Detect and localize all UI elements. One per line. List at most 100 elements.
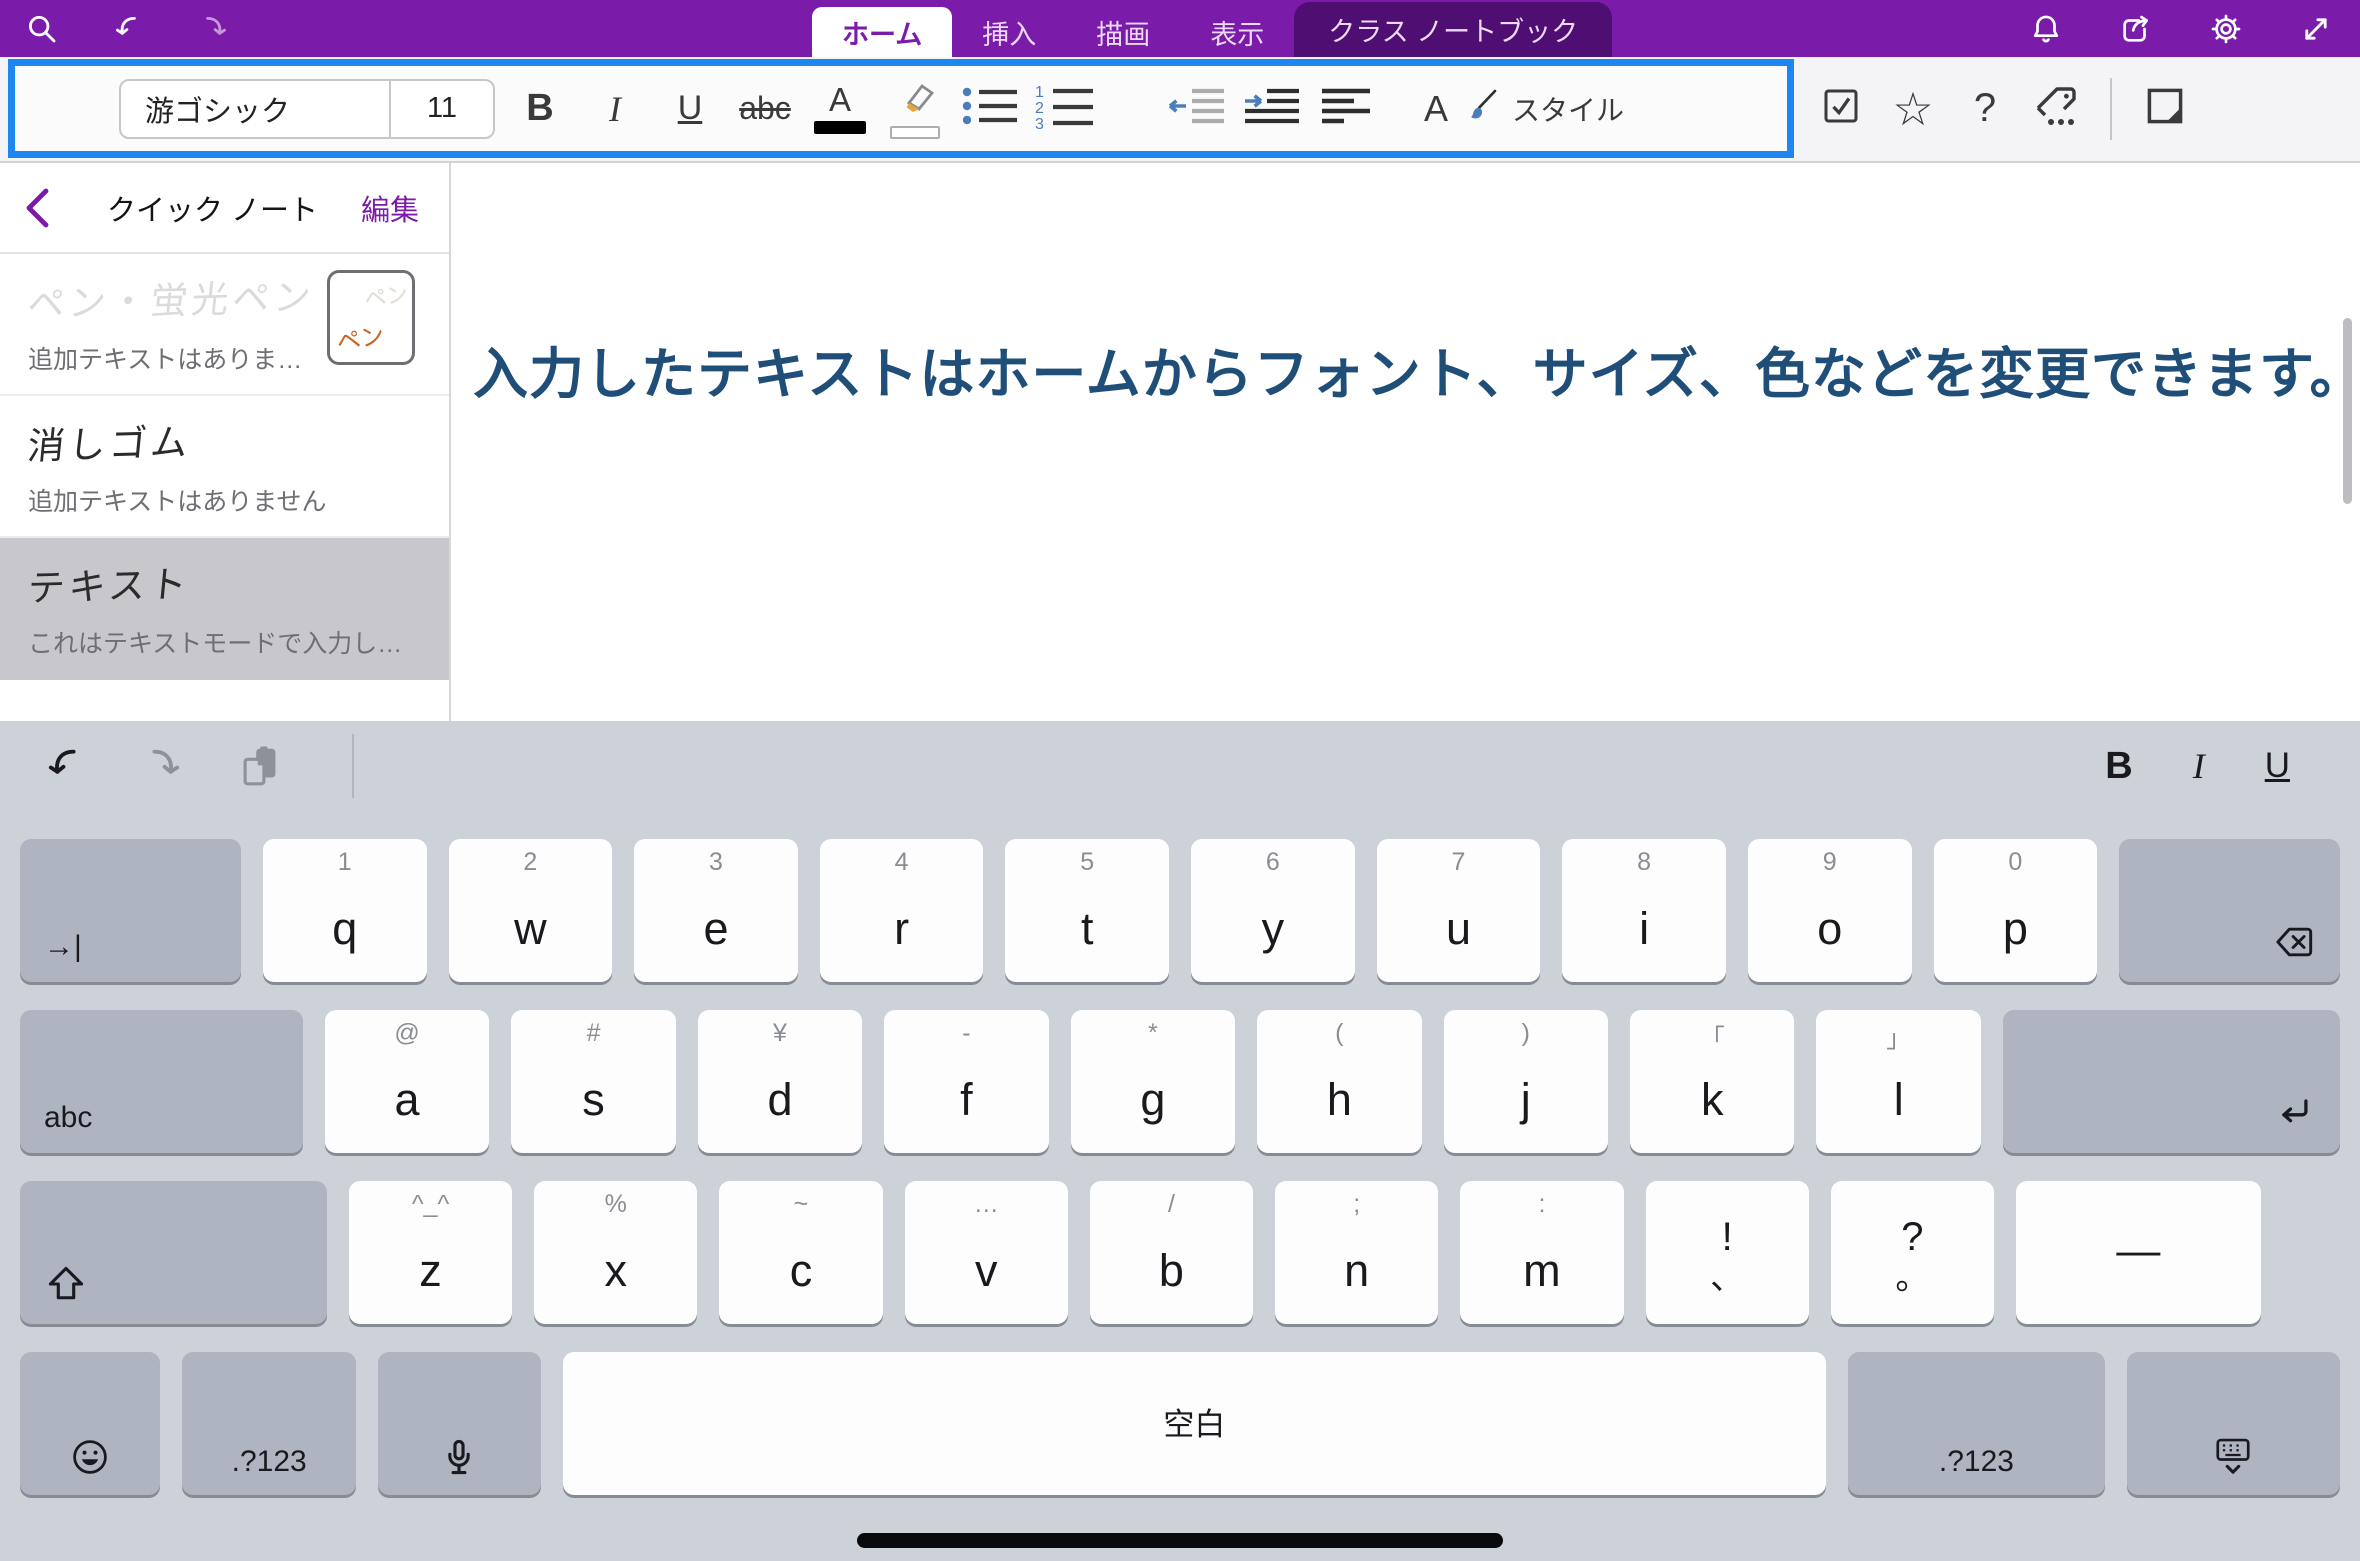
highlight-color-swatch — [890, 126, 940, 139]
key-e[interactable]: 3e — [634, 839, 798, 982]
key-abc[interactable]: abc — [20, 1010, 303, 1153]
key-s[interactable]: #s — [511, 1010, 675, 1153]
key-dash[interactable]: — — [2016, 1181, 2261, 1324]
kb-italic-button[interactable]: I — [2193, 745, 2205, 787]
share-icon[interactable] — [2116, 9, 2156, 49]
key-u[interactable]: 7u — [1377, 839, 1541, 982]
key-f[interactable]: -f — [884, 1010, 1048, 1153]
sidebar-item-note-text[interactable]: テキストこれはテキストモードで入力し… — [0, 538, 449, 680]
key-mic[interactable] — [378, 1352, 540, 1495]
svg-text:1: 1 — [1035, 84, 1044, 101]
key-o[interactable]: 9o — [1748, 839, 1912, 982]
undo-icon[interactable] — [108, 9, 148, 49]
kb-paste-icon[interactable] — [238, 743, 284, 789]
italic-button[interactable]: I — [584, 68, 646, 150]
key-t[interactable]: 5t — [1005, 839, 1169, 982]
kb-undo-icon[interactable] — [42, 743, 88, 789]
search-icon[interactable] — [22, 9, 62, 49]
bold-button[interactable]: B — [509, 68, 571, 150]
key-shift[interactable] — [20, 1181, 327, 1324]
key-space[interactable]: 空白 — [563, 1352, 1827, 1495]
page-note-button[interactable] — [2136, 68, 2194, 150]
key-p[interactable]: 0p — [1934, 839, 2098, 982]
key-z[interactable]: ^_^z — [349, 1181, 512, 1324]
key-y[interactable]: 6y — [1191, 839, 1355, 982]
font-name-select[interactable]: 游ゴシック — [121, 81, 389, 137]
key-return[interactable] — [2003, 1010, 2340, 1153]
alignment-button[interactable] — [1315, 68, 1377, 150]
key-numbers-right[interactable]: .?123 — [1848, 1352, 2104, 1495]
outdent-button[interactable] — [1165, 68, 1227, 150]
back-chevron-icon[interactable] — [24, 186, 64, 230]
notifications-bell-icon[interactable] — [2026, 9, 2066, 49]
strikethrough-button[interactable]: abc — [734, 68, 796, 150]
important-star-button[interactable]: ☆ — [1884, 68, 1942, 150]
key-question-period[interactable]: ?。 — [1831, 1181, 1994, 1324]
page-thumbnail: ペンペン — [327, 270, 415, 365]
keyboard-toolbar-divider — [352, 734, 354, 798]
custom-tag-button[interactable] — [2028, 68, 2086, 150]
redo-icon[interactable] — [194, 9, 234, 49]
tab-class-notebook[interactable]: クラス ノートブック — [1294, 2, 1612, 57]
edit-button[interactable]: 編集 — [361, 187, 425, 229]
page-subtitle: これはテキストモードで入力し… — [28, 624, 421, 660]
topbar-right-actions — [2026, 0, 2336, 57]
styles-brush-icon — [1460, 86, 1500, 131]
font-size-select[interactable]: 11 — [389, 81, 493, 137]
key-w[interactable]: 2w — [449, 839, 613, 982]
kb-bold-button[interactable]: B — [2105, 745, 2132, 788]
key-i[interactable]: 8i — [1562, 839, 1726, 982]
key-m[interactable]: :m — [1460, 1181, 1623, 1324]
sidebar-item-note-eraser[interactable]: 消しゴム追加テキストはありません — [0, 396, 449, 538]
key-a[interactable]: @a — [325, 1010, 489, 1153]
fullscreen-expand-icon[interactable] — [2296, 9, 2336, 49]
key-g[interactable]: *g — [1071, 1010, 1235, 1153]
key-backspace[interactable] — [2119, 839, 2340, 982]
key-tab[interactable]: →| — [20, 839, 241, 982]
sidebar-item-note-pen-highlighter[interactable]: ペン・蛍光ペン追加テキストはありま…ペンペン — [0, 254, 449, 396]
key-dismiss[interactable] — [2127, 1352, 2340, 1495]
home-indicator[interactable] — [857, 1533, 1503, 1548]
highlighter-button[interactable] — [884, 68, 946, 150]
indent-button[interactable] — [1240, 68, 1302, 150]
key-d[interactable]: ¥d — [698, 1010, 862, 1153]
font-color-button[interactable]: A — [809, 68, 871, 150]
canvas-scrollbar[interactable] — [2343, 318, 2352, 504]
settings-gear-icon[interactable] — [2206, 9, 2246, 49]
tab-home[interactable]: ホーム — [812, 7, 952, 57]
bullet-list-button[interactable] — [959, 68, 1021, 150]
page-list: ペン・蛍光ペン追加テキストはありま…ペンペン消しゴム追加テキストはありませんテキ… — [0, 254, 449, 680]
key-numbers-left[interactable]: .?123 — [182, 1352, 356, 1495]
kb-redo-icon[interactable] — [140, 743, 186, 789]
keyboard-row-1: →|1q2w3e4r5t6y7u8i9o0p — [20, 839, 2340, 982]
key-exclamation-comma[interactable]: !、 — [1646, 1181, 1809, 1324]
shift-icon — [44, 1262, 88, 1306]
key-v[interactable]: …v — [905, 1181, 1068, 1324]
note-body-text[interactable]: 入力したテキストはホームからフォント、サイズ、色などを変更できます。 — [473, 329, 2360, 409]
question-tag-button[interactable]: ? — [1956, 68, 2014, 150]
todo-checkbox-button[interactable] — [1812, 68, 1870, 150]
bullet-list-icon — [961, 83, 1019, 134]
key-q[interactable]: 1q — [263, 839, 427, 982]
key-j[interactable]: )j — [1444, 1010, 1608, 1153]
key-h[interactable]: (h — [1257, 1010, 1421, 1153]
key-l[interactable]: 」l — [1816, 1010, 1980, 1153]
key-emoji[interactable] — [20, 1352, 160, 1495]
kb-underline-button[interactable]: U — [2265, 746, 2290, 786]
tab-draw[interactable]: 描画 — [1066, 7, 1180, 57]
tab-insert[interactable]: 挿入 — [952, 7, 1066, 57]
key-c[interactable]: ~c — [719, 1181, 882, 1324]
numbered-list-button[interactable]: 1 2 3 — [1034, 68, 1096, 150]
note-canvas[interactable]: 入力したテキストはホームからフォント、サイズ、色などを変更できます。 — [451, 163, 2360, 721]
key-x[interactable]: %x — [534, 1181, 697, 1324]
thumbnail-ink-text: ペン — [333, 315, 386, 358]
underline-button[interactable]: U — [659, 68, 721, 150]
styles-button[interactable]: A スタイル — [1424, 68, 1624, 150]
key-k[interactable]: 「k — [1630, 1010, 1794, 1153]
key-b[interactable]: /b — [1090, 1181, 1253, 1324]
key-n[interactable]: ;n — [1275, 1181, 1438, 1324]
tab-view[interactable]: 表示 — [1180, 7, 1294, 57]
formatting-toolbar: 游ゴシック 11 B I U abc A — [0, 57, 2360, 163]
key-r[interactable]: 4r — [820, 839, 984, 982]
sidebar-header: クイック ノート 編集 — [0, 163, 449, 254]
